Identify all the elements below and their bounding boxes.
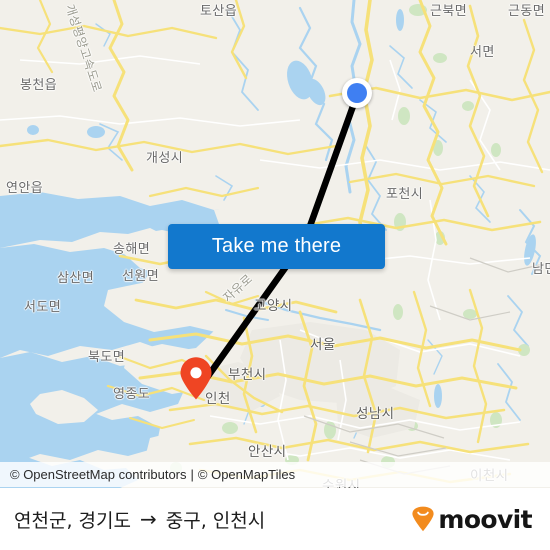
attribution-osm[interactable]: © OpenStreetMap contributors — [10, 467, 187, 482]
footer-bar: 연천군, 경기도 → 중구, 인천시 moovit — [0, 488, 550, 550]
destination-pin-marker[interactable] — [178, 356, 214, 400]
moovit-logo[interactable]: moovit — [411, 504, 533, 534]
arrow-right-icon: → — [139, 507, 157, 531]
take-me-there-button[interactable]: Take me there — [168, 224, 385, 269]
attribution-maptiles[interactable]: © OpenMapTiles — [198, 467, 295, 482]
origin-marker[interactable] — [342, 78, 372, 108]
moovit-route-map-card: 봉천읍토산읍근동면근북면서면개성시연안읍포천시송해면선원면삼산면남면서도면고양시… — [0, 0, 550, 550]
moovit-wordmark: moovit — [438, 504, 532, 534]
map-pin-icon — [180, 357, 212, 400]
map-attribution-bar: © OpenStreetMap contributors | © OpenMap… — [0, 462, 550, 487]
route-origin-label: 연천군, 경기도 — [14, 509, 131, 532]
origin-marker-dot — [347, 83, 367, 103]
route-summary: 연천군, 경기도 → 중구, 인천시 — [14, 506, 265, 533]
route-destination-label: 중구, 인천시 — [165, 509, 266, 532]
take-me-there-label: Take me there — [211, 235, 342, 257]
attribution-separator: | — [190, 467, 194, 482]
map-canvas[interactable]: 봉천읍토산읍근동면근북면서면개성시연안읍포천시송해면선원면삼산면남면서도면고양시… — [0, 0, 550, 488]
moovit-pin-smile-icon — [412, 506, 434, 532]
